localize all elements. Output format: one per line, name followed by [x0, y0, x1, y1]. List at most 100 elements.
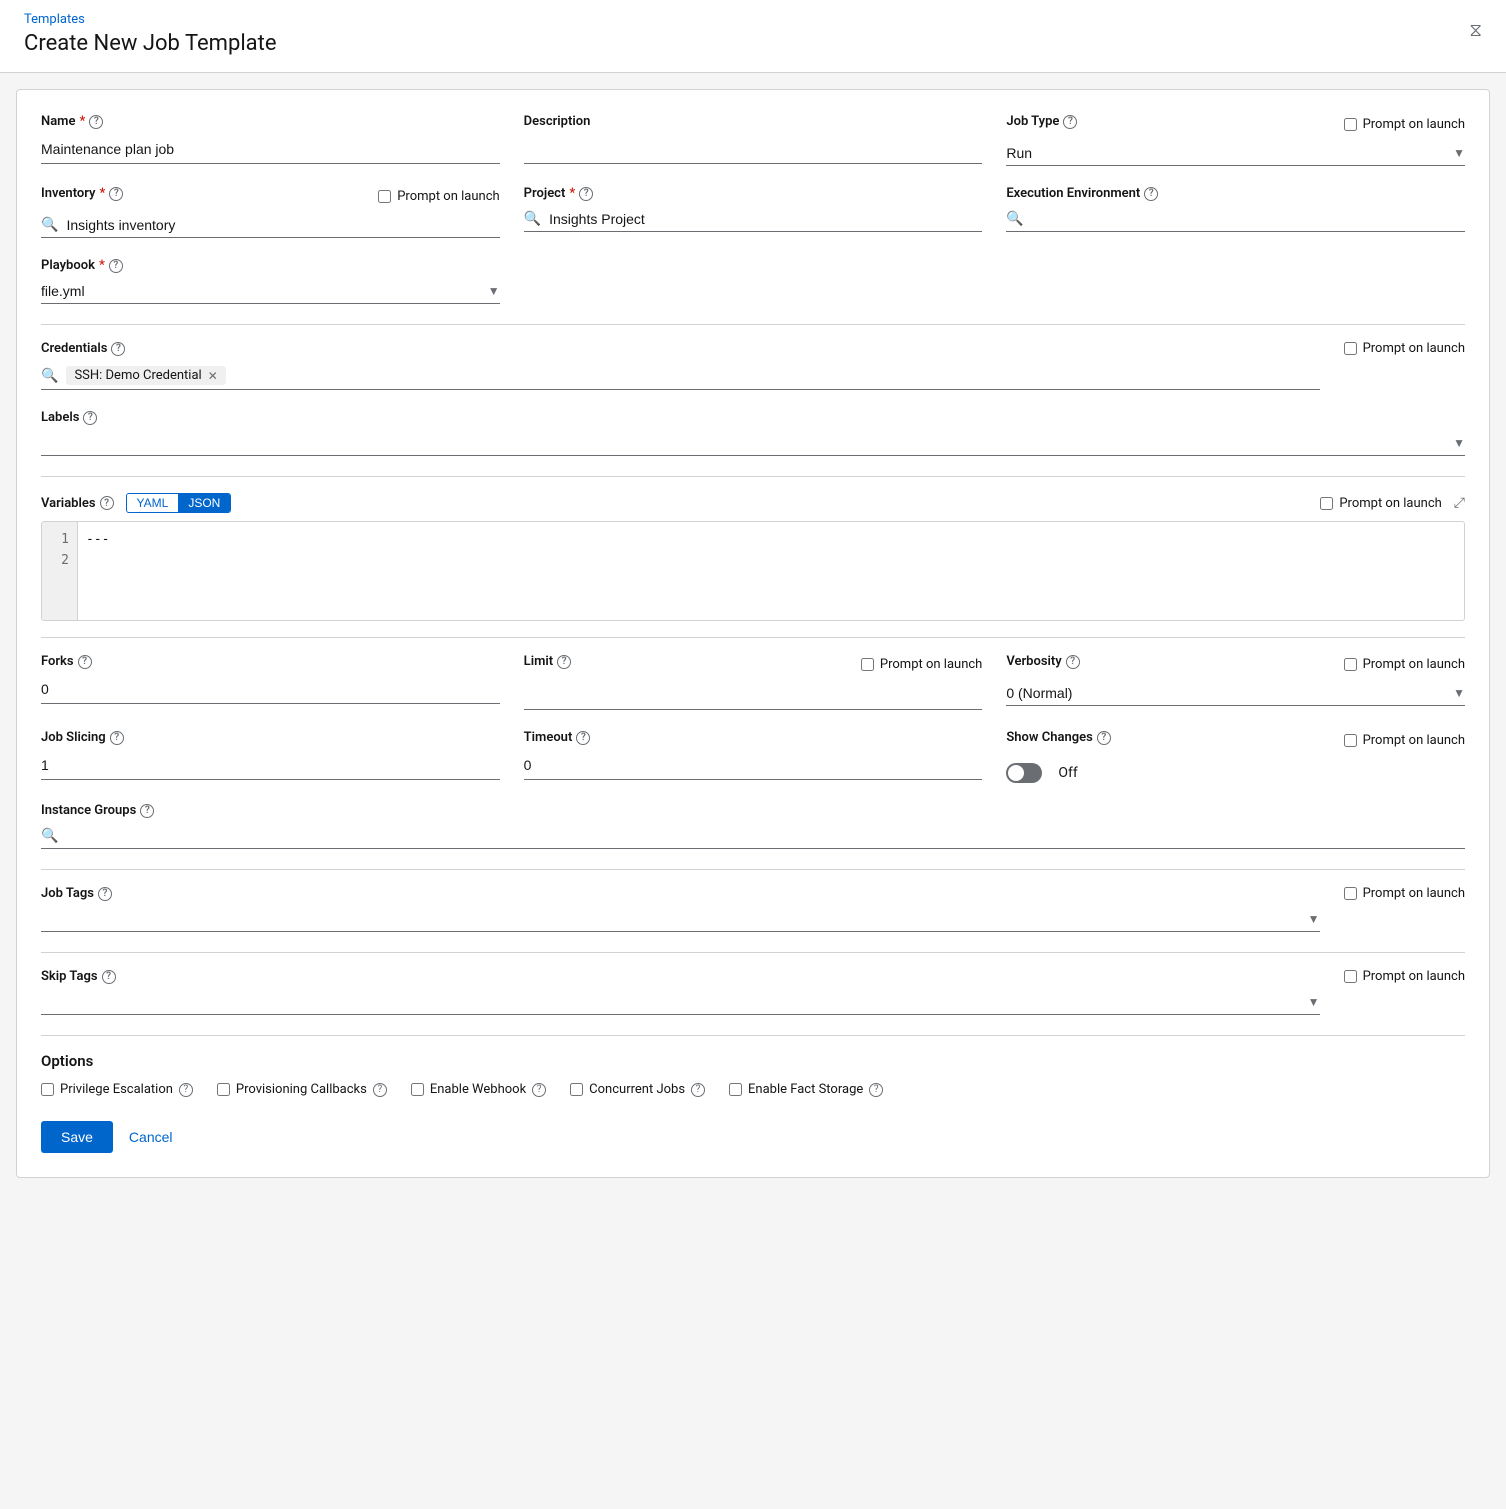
execution-env-group: Execution Environment ? 🔍: [1006, 186, 1465, 232]
skip-tags-group: Skip Tags ? ▼: [41, 969, 1320, 1015]
privilege-escalation-checkbox[interactable]: [41, 1083, 54, 1096]
credential-remove-icon[interactable]: ✕: [208, 369, 218, 383]
enable-webhook-checkbox[interactable]: [411, 1083, 424, 1096]
labels-select-wrapper: ▼: [41, 431, 1465, 456]
job-type-prompt-checkbox[interactable]: [1344, 118, 1357, 131]
job-tags-input[interactable]: [41, 911, 1308, 927]
show-changes-toggle[interactable]: [1006, 763, 1050, 783]
limit-prompt-checkbox[interactable]: [861, 658, 874, 671]
variables-prompt-text: Prompt on launch: [1339, 496, 1441, 511]
yaml-button[interactable]: YAML: [127, 494, 179, 512]
job-type-select[interactable]: Run Check: [1006, 145, 1453, 161]
enable-fact-storage-checkbox[interactable]: [729, 1083, 742, 1096]
concurrent-jobs-help-icon[interactable]: ?: [691, 1083, 705, 1097]
execution-env-search-icon: 🔍: [1006, 211, 1023, 227]
description-input[interactable]: [524, 135, 983, 164]
limit-help-icon[interactable]: ?: [557, 655, 571, 669]
show-changes-off-label: Off: [1058, 765, 1077, 781]
concurrent-jobs-checkbox[interactable]: [570, 1083, 583, 1096]
labels-arrow-icon: ▼: [1453, 436, 1465, 450]
toggle-thumb: [1008, 765, 1024, 781]
playbook-help-icon[interactable]: ?: [109, 259, 123, 273]
instance-groups-input[interactable]: [66, 828, 1465, 844]
timeout-help-icon[interactable]: ?: [576, 731, 590, 745]
show-changes-help-icon[interactable]: ?: [1097, 731, 1111, 745]
credentials-help-icon[interactable]: ?: [111, 342, 125, 356]
instance-groups-search-wrapper: 🔍: [41, 824, 1465, 849]
breadcrumb[interactable]: Templates: [24, 12, 1482, 27]
provisioning-callbacks-label: Provisioning Callbacks: [236, 1082, 367, 1097]
skip-tags-prompt-checkbox[interactable]: [1344, 970, 1357, 983]
json-button[interactable]: JSON: [178, 494, 230, 512]
timeout-input[interactable]: [524, 751, 983, 780]
project-group: Project * ? 🔍: [524, 186, 983, 232]
verbosity-help-icon[interactable]: ?: [1066, 655, 1080, 669]
job-type-prompt-text: Prompt on launch: [1363, 117, 1465, 132]
credentials-prompt-text: Prompt on launch: [1363, 341, 1465, 356]
job-type-select-wrapper: Run Check ▼: [1006, 141, 1465, 166]
execution-env-input[interactable]: [1032, 211, 1465, 227]
forks-input[interactable]: [41, 675, 500, 704]
variables-prompt-checkbox[interactable]: [1320, 497, 1333, 510]
action-buttons: Save Cancel: [41, 1121, 1465, 1153]
timeout-label: Timeout ?: [524, 730, 983, 745]
credentials-prompt-checkbox[interactable]: [1344, 342, 1357, 355]
show-changes-prompt-text: Prompt on launch: [1363, 733, 1465, 748]
cancel-button[interactable]: Cancel: [129, 1129, 173, 1145]
execution-env-help-icon[interactable]: ?: [1144, 187, 1158, 201]
provisioning-callbacks-checkbox[interactable]: [217, 1083, 230, 1096]
provisioning-callbacks-help-icon[interactable]: ?: [373, 1083, 387, 1097]
yaml-json-toggle: YAML JSON: [126, 493, 232, 513]
job-slicing-group: Job Slicing ?: [41, 730, 500, 780]
name-group: Name * ?: [41, 114, 500, 164]
job-slicing-input[interactable]: [41, 751, 500, 780]
code-editor: 1 2 ---: [41, 521, 1465, 621]
forks-help-icon[interactable]: ?: [78, 655, 92, 669]
job-tags-prompt-wrapper: Prompt on launch: [1344, 886, 1465, 907]
skip-tags-prompt-wrapper: Prompt on launch: [1344, 969, 1465, 990]
instance-groups-help-icon[interactable]: ?: [140, 804, 154, 818]
verbosity-prompt-checkbox[interactable]: [1344, 658, 1357, 671]
concurrent-jobs-item: Concurrent Jobs ?: [570, 1082, 705, 1097]
enable-webhook-help-icon[interactable]: ?: [532, 1083, 546, 1097]
enable-fact-storage-help-icon[interactable]: ?: [869, 1083, 883, 1097]
inventory-prompt-checkbox[interactable]: [378, 190, 391, 203]
name-help-icon[interactable]: ?: [89, 115, 103, 129]
verbosity-prompt-text: Prompt on launch: [1363, 657, 1465, 672]
labels-help-icon[interactable]: ?: [83, 411, 97, 425]
name-input[interactable]: [41, 135, 500, 164]
instance-groups-search-icon: 🔍: [41, 828, 58, 844]
save-button[interactable]: Save: [41, 1121, 113, 1153]
skip-tags-label: Skip Tags ?: [41, 969, 1320, 984]
job-type-arrow-icon: ▼: [1453, 146, 1465, 160]
inventory-input[interactable]: [66, 217, 499, 233]
project-help-icon[interactable]: ?: [579, 187, 593, 201]
playbook-required: *: [99, 258, 105, 273]
job-tags-help-icon[interactable]: ?: [98, 887, 112, 901]
job-tags-label: Job Tags ?: [41, 886, 1320, 901]
inventory-required: *: [100, 186, 106, 201]
inventory-help-icon[interactable]: ?: [109, 187, 123, 201]
job-type-help-icon[interactable]: ?: [1063, 115, 1077, 129]
job-slicing-help-icon[interactable]: ?: [110, 731, 124, 745]
project-search-icon: 🔍: [524, 211, 541, 227]
skip-tags-help-icon[interactable]: ?: [102, 970, 116, 984]
enable-webhook-item: Enable Webhook ?: [411, 1082, 546, 1097]
job-tags-prompt-checkbox[interactable]: [1344, 887, 1357, 900]
expand-icon[interactable]: ⤢: [1454, 495, 1465, 511]
labels-input[interactable]: [41, 435, 1453, 451]
project-input[interactable]: [549, 211, 982, 227]
limit-input[interactable]: [524, 681, 983, 710]
variables-help-icon[interactable]: ?: [100, 496, 114, 510]
playbook-select-wrapper: file.yml ▼: [41, 279, 500, 304]
project-required: *: [569, 186, 575, 201]
verbosity-select[interactable]: 0 (Normal) 1 (Verbose) 2 (More Verbose) …: [1006, 685, 1453, 701]
playbook-select[interactable]: file.yml: [41, 283, 488, 299]
code-content[interactable]: ---: [78, 522, 1464, 620]
enable-fact-storage-item: Enable Fact Storage ?: [729, 1082, 883, 1097]
history-icon[interactable]: ⧖: [1469, 20, 1482, 41]
options-checkboxes-row: Privilege Escalation ? Provisioning Call…: [41, 1082, 1465, 1097]
skip-tags-input[interactable]: [41, 994, 1308, 1010]
privilege-escalation-help-icon[interactable]: ?: [179, 1083, 193, 1097]
show-changes-prompt-checkbox[interactable]: [1344, 734, 1357, 747]
